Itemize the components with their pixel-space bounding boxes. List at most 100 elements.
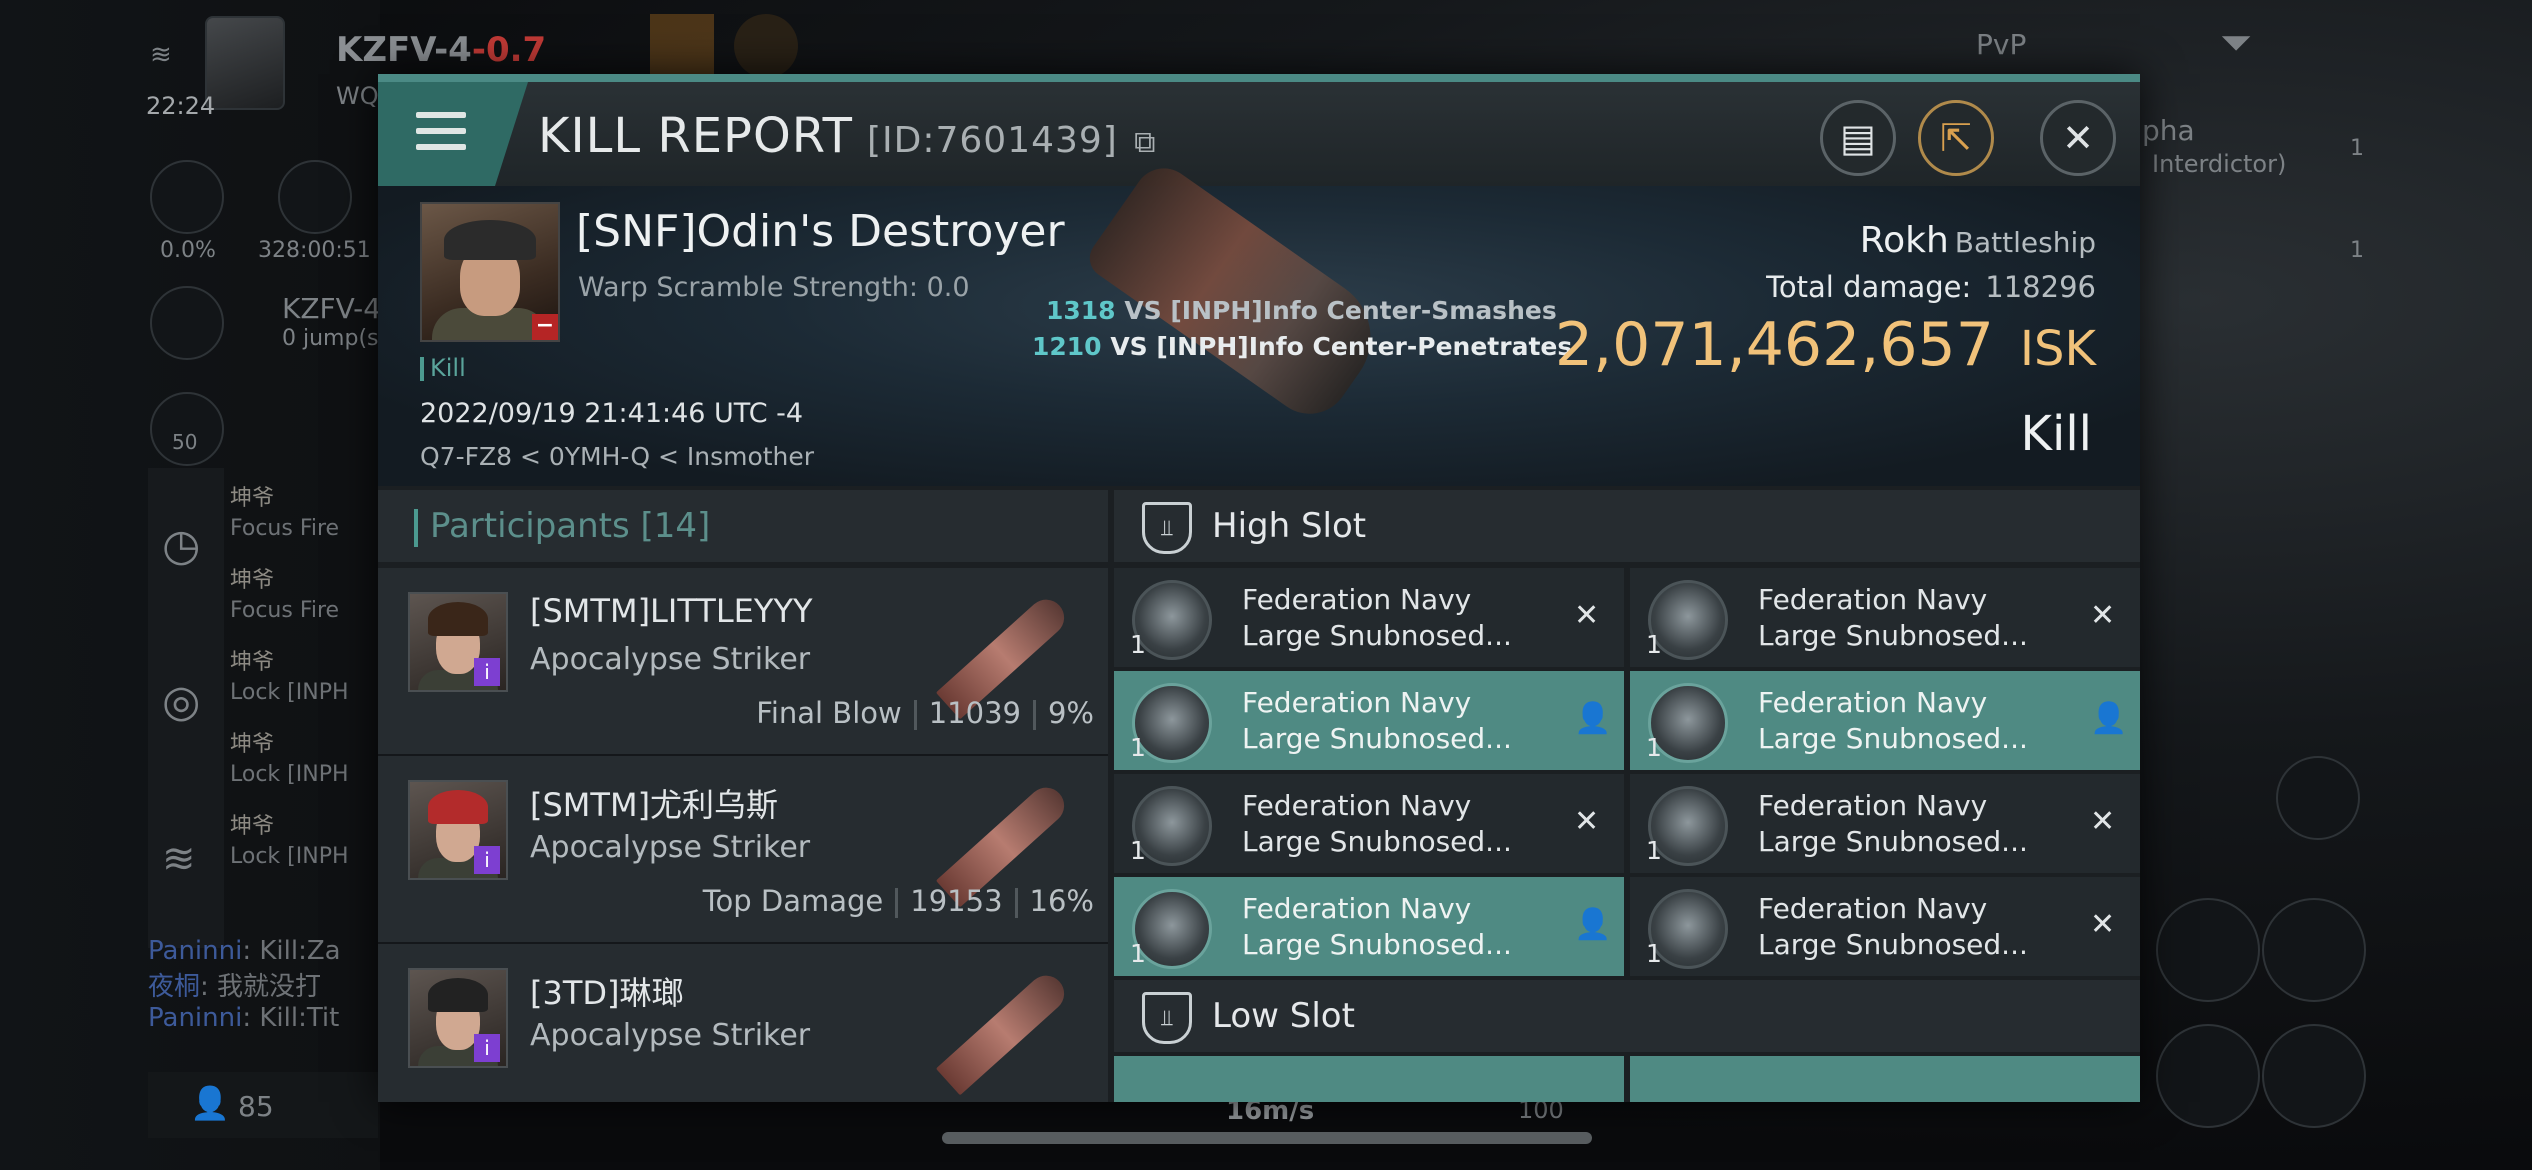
skill-icon[interactable] (278, 160, 352, 234)
captain-avatar[interactable] (205, 16, 285, 110)
engagement-line: 1318 VS [INPH]Info Center-Smashes (1046, 296, 1557, 325)
high-slot-item[interactable]: 1 Federation Navy Large Snubnosed... 👤 (1114, 877, 1624, 976)
target-class: Interdictor) (2152, 150, 2287, 178)
participant-name: [SMTM]LITTLEYYY (530, 592, 813, 630)
high-slot-item[interactable]: 1 Federation Navy Large Snubnosed... 👤 (1114, 671, 1624, 770)
copy-icon[interactable]: ⧉ (1134, 125, 1156, 160)
participant-ship: Apocalypse Striker (530, 1018, 811, 1053)
high-slot-item[interactable]: 1 Federation Navy Large Snubnosed... 👤 (1630, 671, 2140, 770)
pvp-label[interactable]: PvP (1976, 28, 2026, 61)
module-button[interactable] (2156, 898, 2260, 1002)
participant-ship: Apocalypse Striker (530, 830, 811, 865)
participant-name: [SMTM]尤利乌斯 (530, 786, 779, 824)
cargo-percent: 0.0% (160, 238, 216, 263)
notification-item[interactable]: 坤爷 Lock [INPH (230, 644, 380, 726)
high-slot-item[interactable]: 1 Federation Navy Large Snubnosed... ✕ (1630, 774, 2140, 873)
low-slot-title: Low Slot (1212, 996, 1355, 1036)
notification-item[interactable]: 坤爷 Focus Fire (230, 562, 380, 644)
hostile-badge: − (532, 314, 558, 340)
member-count: 85 (238, 1090, 274, 1123)
participant-row[interactable]: i [SMTM]尤利乌斯 Apocalypse Striker Top Dama… (378, 756, 1108, 945)
level-icon[interactable] (150, 392, 224, 466)
low-slot-item[interactable] (1630, 1056, 2140, 1102)
clock: 22:24 (146, 92, 216, 120)
module-button[interactable] (2262, 1024, 2366, 1128)
module-button[interactable] (2262, 898, 2366, 1002)
low-slot-header: ⫫ Low Slot (1114, 980, 2140, 1052)
low-slot-icon: ⫫ (1142, 992, 1192, 1044)
participant-row[interactable]: i [SMTM]LITTLEYYY Apocalypse Striker Fin… (378, 568, 1108, 757)
module-name: Federation Navy Large Snubnosed... (1242, 789, 1512, 858)
dropped-icon: 👤 (2090, 701, 2128, 736)
module-quantity: 1 (1130, 630, 1146, 659)
corp-badge: i (474, 846, 500, 874)
participants-title: Participants [14] (414, 506, 710, 547)
destroyed-icon: ✕ (1574, 804, 1600, 839)
participant-stats: Final Blow 11039 9% (756, 696, 1094, 730)
module-name: Federation Navy Large Snubnosed... (1758, 686, 2028, 755)
high-slot-item[interactable]: 1 Federation Navy Large Snubnosed... ✕ (1114, 774, 1624, 873)
kill-datetime: 2022/09/19 21:41:46 UTC -4 (420, 398, 804, 429)
navigate-icon[interactable] (150, 286, 224, 360)
module-quantity: 1 (1646, 630, 1662, 659)
member-icon[interactable]: 👤 (190, 1084, 230, 1122)
module-quantity: 1 (1130, 836, 1146, 865)
warp-scramble: Warp Scramble Strength: 0.0 (578, 272, 970, 303)
destroyed-icon: ✕ (2090, 804, 2116, 839)
signal-icon[interactable]: ◎ (162, 676, 200, 727)
result-label: Kill (2020, 406, 2092, 462)
destroyed-icon: ✕ (1574, 598, 1600, 633)
corp-badge: i (474, 658, 500, 686)
participant-name: [3TD]琳瑯 (530, 974, 684, 1012)
module-button[interactable] (2156, 1024, 2260, 1128)
module-name: Federation Navy Large Snubnosed... (1758, 789, 2028, 858)
filter-icon[interactable]: ⏷ (2220, 20, 2252, 66)
module-quantity: 1 (1646, 836, 1662, 865)
notification-item[interactable]: 坤爷 Lock [INPH (230, 808, 380, 890)
high-slot-icon: ⫫ (1142, 502, 1192, 554)
participant-row[interactable]: i [3TD]琳瑯 Apocalypse Striker (378, 944, 1108, 1102)
window-title: KILL REPORT [ID:7601439] ⧉ (538, 108, 1157, 164)
low-slot-item[interactable] (1114, 1056, 1624, 1102)
level-badge: 50 (172, 430, 198, 454)
module-quantity: 1 (1130, 939, 1146, 968)
system-name[interactable]: KZFV-4-0.7 (336, 30, 546, 70)
module-quantity: 1 (1130, 733, 1146, 762)
participant-ship: Apocalypse Striker (530, 642, 811, 677)
victim-name[interactable]: [SNF]Odin's Destroyer (576, 206, 1065, 257)
target-name: pha (2142, 114, 2195, 147)
participant-stats: Top Damage 19153 16% (702, 884, 1094, 918)
clipboard-icon[interactable]: ▤ (1820, 100, 1896, 176)
emblem-icon[interactable] (734, 14, 798, 78)
kill-location[interactable]: Q7-FZ8 < 0YMH-Q < Insmother (420, 442, 814, 471)
clock-icon[interactable]: ◷ (162, 520, 200, 571)
destroyed-icon: ✕ (2090, 907, 2116, 942)
flag-icon[interactable] (650, 14, 714, 78)
wifi-icon: ≋ (150, 40, 172, 70)
cargo-icon[interactable] (150, 160, 224, 234)
weapon-image (935, 968, 1072, 1096)
chat-panel[interactable]: Paninni: Kill:Za 夜桐: 我就没打 Paninni: Kill:… (148, 936, 388, 1033)
high-slot-item[interactable]: 1 Federation Navy Large Snubnosed... ✕ (1114, 568, 1624, 667)
corp-ticker: WQ (336, 82, 379, 110)
close-icon[interactable]: ✕ (2040, 100, 2116, 176)
high-slot-item[interactable]: 1 Federation Navy Large Snubnosed... ✕ (1630, 877, 2140, 976)
high-slot-header: ⫫ High Slot (1114, 490, 2140, 562)
engagement-line: 1210 VS [INPH]Info Center-Penetrates (1032, 332, 1573, 361)
victim-ship[interactable]: Rokh Battleship (1860, 220, 2096, 261)
nav-system[interactable]: KZFV-4 (282, 292, 381, 325)
module-name: Federation Navy Large Snubnosed... (1758, 892, 2028, 961)
notification-item[interactable]: 坤爷 Lock [INPH (230, 726, 380, 808)
module-quantity: 1 (1646, 939, 1662, 968)
home-indicator[interactable] (942, 1132, 1592, 1144)
high-slot-item[interactable]: 1 Federation Navy Large Snubnosed... ✕ (1630, 568, 2140, 667)
skill-timer: 328:00:51 (258, 238, 371, 263)
fitting-panel: ⫫ High Slot 1 Federation Navy Large Snubno… (1114, 490, 2140, 1102)
notification-item[interactable]: 坤爷 Focus Fire (230, 480, 380, 562)
menu-icon (416, 112, 466, 118)
swap-icon[interactable] (2276, 756, 2360, 840)
isk-value: 2,071,462,657 ISK (1554, 310, 2096, 380)
share-icon[interactable]: ⇱ (1918, 100, 1994, 176)
module-quantity: 1 (1646, 733, 1662, 762)
stack-icon[interactable]: ≋ (162, 836, 196, 882)
